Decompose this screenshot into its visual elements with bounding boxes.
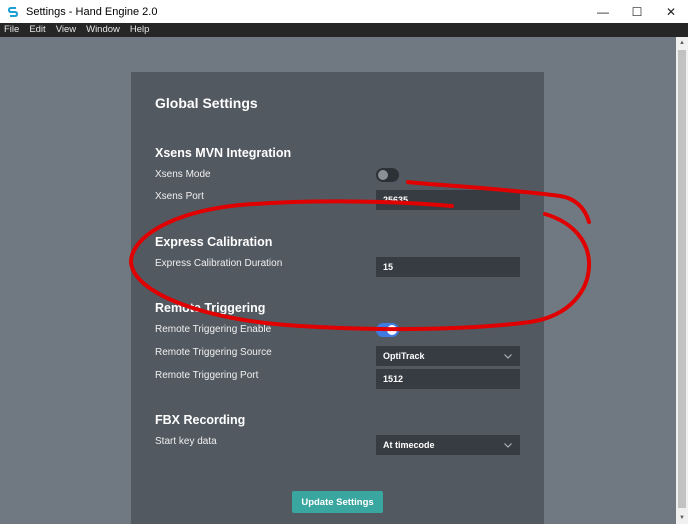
close-button[interactable]: ✕	[654, 0, 688, 23]
remote-source-label: Remote Triggering Source	[155, 347, 272, 358]
section-title-express-calibration: Express Calibration	[155, 235, 273, 249]
menu-edit[interactable]: Edit	[24, 23, 50, 37]
window-controls: — ☐ ✕	[586, 0, 688, 23]
update-settings-button[interactable]: Update Settings	[292, 491, 383, 513]
xsens-mode-label: Xsens Mode	[155, 169, 211, 180]
toggle-knob	[387, 325, 397, 335]
menu-view[interactable]: View	[51, 23, 81, 37]
menu-file[interactable]: File	[0, 23, 24, 37]
menu-bar: File Edit View Window Help	[0, 23, 688, 37]
toggle-knob	[378, 170, 388, 180]
remote-enable-toggle[interactable]	[376, 323, 399, 337]
chevron-down-icon	[504, 352, 512, 360]
vertical-scrollbar[interactable]: ▲ ▼	[676, 37, 688, 524]
scroll-down-icon[interactable]: ▼	[676, 512, 688, 524]
start-key-data-value: At timecode	[383, 440, 435, 450]
remote-port-label: Remote Triggering Port	[155, 370, 259, 381]
page-title: Global Settings	[155, 95, 258, 111]
remote-port-input[interactable]: 1512	[376, 369, 520, 389]
menu-help[interactable]: Help	[125, 23, 155, 37]
window-title: Settings - Hand Engine 2.0	[26, 5, 158, 18]
remote-source-value: OptiTrack	[383, 351, 425, 361]
express-duration-input[interactable]: 15	[376, 257, 520, 277]
xsens-port-input[interactable]: 25635	[376, 190, 520, 210]
xsens-mode-toggle[interactable]	[376, 168, 399, 182]
section-title-fbx-recording: FBX Recording	[155, 413, 246, 427]
chevron-down-icon	[504, 441, 512, 449]
global-settings-panel: Global Settings Xsens MVN Integration Xs…	[131, 72, 544, 524]
section-title-xsens: Xsens MVN Integration	[155, 146, 292, 160]
remote-enable-label: Remote Triggering Enable	[155, 324, 272, 335]
minimize-button[interactable]: —	[586, 0, 620, 23]
express-duration-label: Express Calibration Duration	[155, 258, 283, 269]
maximize-button[interactable]: ☐	[620, 0, 654, 23]
scroll-up-icon[interactable]: ▲	[676, 37, 688, 49]
start-key-data-select[interactable]: At timecode	[376, 435, 520, 455]
hand-engine-logo-icon	[6, 5, 20, 19]
remote-source-select[interactable]: OptiTrack	[376, 346, 520, 366]
menu-window[interactable]: Window	[81, 23, 125, 37]
section-title-remote-triggering: Remote Triggering	[155, 301, 266, 315]
title-bar: Settings - Hand Engine 2.0 — ☐ ✕	[0, 0, 688, 23]
scroll-thumb[interactable]	[678, 50, 686, 508]
start-key-data-label: Start key data	[155, 436, 217, 447]
xsens-port-label: Xsens Port	[155, 191, 204, 202]
